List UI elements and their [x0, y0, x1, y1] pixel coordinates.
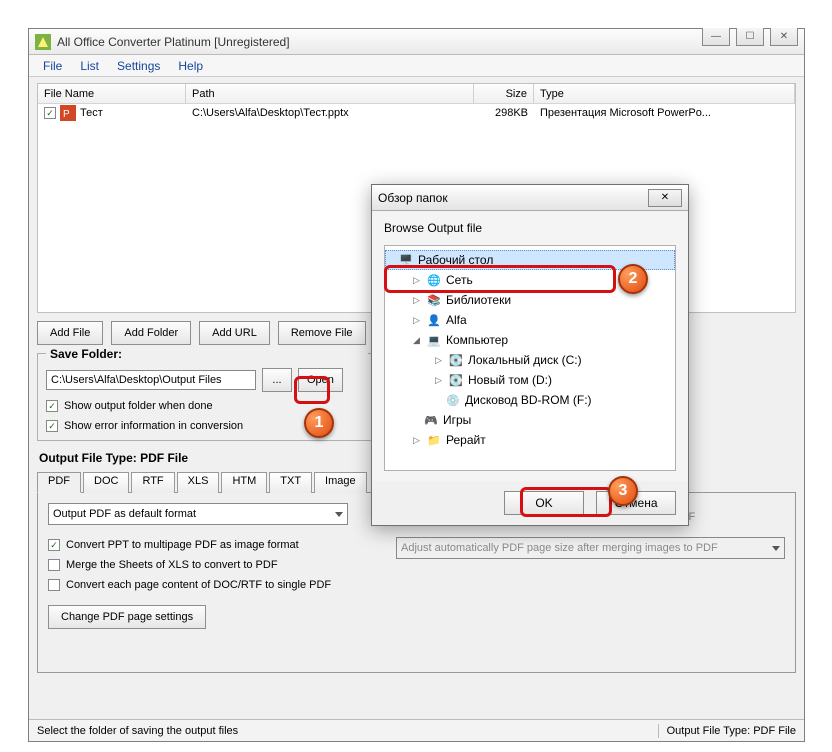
status-left: Select the folder of saving the output f…: [37, 725, 238, 737]
tab-pdf[interactable]: PDF: [37, 472, 81, 493]
tab-image[interactable]: Image: [314, 472, 367, 493]
dialog-close-button[interactable]: ✕: [648, 189, 682, 207]
col-name[interactable]: File Name: [38, 84, 186, 103]
adjust-pagesize-select: Adjust automatically PDF page size after…: [396, 537, 785, 559]
show-output-checkbox[interactable]: ✓: [46, 400, 58, 412]
row-size: 298KB: [474, 107, 534, 119]
maximize-button[interactable]: ☐: [736, 28, 764, 46]
minimize-button[interactable]: —: [702, 28, 730, 46]
dialog-label: Browse Output file: [384, 221, 676, 235]
menu-file[interactable]: File: [35, 57, 70, 75]
tree-new-d[interactable]: ▷💽Новый том (D:): [385, 370, 675, 390]
tab-htm[interactable]: HTM: [221, 472, 267, 493]
tree-games[interactable]: 🎮Игры: [385, 410, 675, 430]
tab-rtf[interactable]: RTF: [131, 472, 174, 493]
disk-icon: 💽: [448, 352, 464, 368]
add-folder-button[interactable]: Add Folder: [111, 321, 191, 345]
show-output-label: Show output folder when done: [64, 400, 213, 412]
save-folder-input[interactable]: [46, 370, 256, 390]
titlebar: All Office Converter Platinum [Unregiste…: [29, 29, 804, 55]
row-name: Тест: [80, 107, 103, 119]
add-url-button[interactable]: Add URL: [199, 321, 270, 345]
dropdown-icon: [772, 546, 780, 551]
app-icon: [35, 34, 51, 50]
change-pdf-settings-button[interactable]: Change PDF page settings: [48, 605, 206, 629]
ppt-icon: P: [60, 105, 76, 121]
remove-file-button[interactable]: Remove File: [278, 321, 366, 345]
menu-settings[interactable]: Settings: [109, 57, 168, 75]
browse-button[interactable]: ...: [262, 368, 292, 392]
window-title: All Office Converter Platinum [Unregiste…: [57, 35, 800, 49]
ppt-multipage-label: Convert PPT to multipage PDF as image fo…: [66, 539, 299, 551]
show-errors-label: Show error information in conversion: [64, 420, 243, 432]
tab-txt[interactable]: TXT: [269, 472, 312, 493]
dropdown-icon: [335, 512, 343, 517]
expand-icon[interactable]: ▷: [411, 315, 422, 326]
col-type[interactable]: Type: [534, 84, 795, 103]
tree-bdrom[interactable]: 💿Дисковод BD-ROM (F:): [385, 390, 675, 410]
menu-list[interactable]: List: [72, 57, 107, 75]
collapse-icon[interactable]: ◢: [411, 335, 422, 346]
tree-computer[interactable]: ◢💻Компьютер: [385, 330, 675, 350]
expand-icon[interactable]: ▷: [411, 435, 422, 446]
dialog-title: Обзор папок: [378, 191, 448, 205]
show-errors-checkbox[interactable]: ✓: [46, 420, 58, 432]
tree-user[interactable]: ▷👤Alfa: [385, 310, 675, 330]
folder-icon: 📁: [426, 432, 442, 448]
docrtf-single-checkbox[interactable]: [48, 579, 60, 591]
docrtf-single-label: Convert each page content of DOC/RTF to …: [66, 579, 331, 591]
tree-local-c[interactable]: ▷💽Локальный диск (C:): [385, 350, 675, 370]
merge-xls-label: Merge the Sheets of XLS to convert to PD…: [66, 559, 278, 571]
col-size[interactable]: Size: [474, 84, 534, 103]
svg-text:P: P: [63, 109, 70, 120]
tree-rewrite[interactable]: ▷📁Рерайт: [385, 430, 675, 450]
menubar: File List Settings Help: [29, 55, 804, 77]
output-pdf-select[interactable]: Output PDF as default format: [48, 503, 348, 525]
col-path[interactable]: Path: [186, 84, 474, 103]
tab-doc[interactable]: DOC: [83, 472, 129, 493]
row-type: Презентация Microsoft PowerPo...: [534, 107, 795, 119]
annotation-box-3: [520, 487, 612, 517]
browse-folder-dialog: Обзор папок ✕ Browse Output file 🖥️Рабоч…: [371, 184, 689, 526]
annotation-box-2: [384, 265, 616, 293]
callout-1: 1: [304, 408, 334, 438]
disk-icon: 💽: [448, 372, 464, 388]
row-path: C:\Users\Alfa\Desktop\Тест.pptx: [186, 107, 474, 119]
expand-icon[interactable]: ▷: [433, 355, 444, 366]
close-button[interactable]: ✕: [770, 28, 798, 46]
computer-icon: 💻: [426, 332, 442, 348]
tab-xls[interactable]: XLS: [177, 472, 220, 493]
games-icon: 🎮: [423, 412, 439, 428]
callout-3: 3: [608, 476, 638, 506]
file-list-header: File Name Path Size Type: [38, 84, 795, 104]
callout-2: 2: [618, 264, 648, 294]
statusbar: Select the folder of saving the output f…: [29, 719, 804, 741]
ppt-multipage-checkbox[interactable]: ✓: [48, 539, 60, 551]
save-folder-legend: Save Folder:: [46, 347, 368, 361]
file-row[interactable]: ✓ P Тест C:\Users\Alfa\Desktop\Тест.pptx…: [38, 104, 795, 122]
menu-help[interactable]: Help: [170, 57, 211, 75]
row-checkbox[interactable]: ✓: [44, 107, 56, 119]
annotation-box-1: [294, 376, 330, 404]
optical-icon: 💿: [445, 392, 461, 408]
libraries-icon: 📚: [426, 292, 442, 308]
user-icon: 👤: [426, 312, 442, 328]
expand-icon[interactable]: ▷: [433, 375, 444, 386]
add-file-button[interactable]: Add File: [37, 321, 103, 345]
merge-xls-checkbox[interactable]: [48, 559, 60, 571]
expand-icon[interactable]: ▷: [411, 295, 422, 306]
status-right: Output File Type: PDF File: [667, 725, 796, 737]
